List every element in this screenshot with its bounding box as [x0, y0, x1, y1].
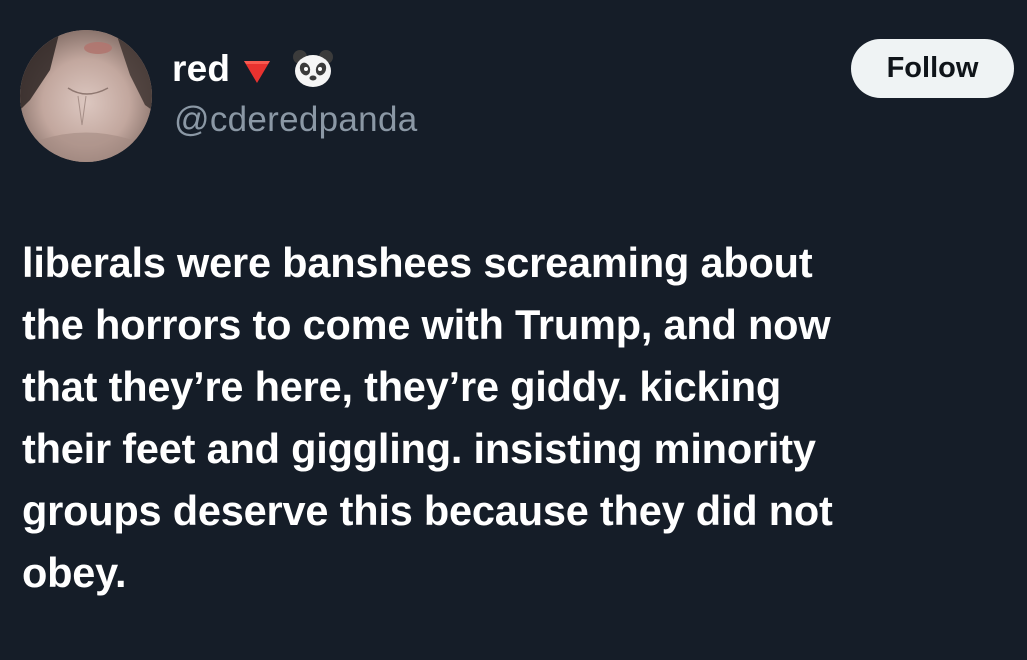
tweet-text-line: groups deserve this because they did not [22, 487, 833, 534]
tweet-text-line: obey. [22, 549, 127, 596]
panda-face-icon [293, 50, 334, 87]
tweet-text-line: that they’re here, they’re giddy. kickin… [22, 363, 782, 410]
author-handle[interactable]: @cderedpanda [174, 100, 417, 140]
red-triangle-down-icon [244, 61, 271, 83]
avatar-photo [20, 30, 152, 162]
display-name[interactable]: red [172, 48, 230, 90]
avatar[interactable] [20, 30, 152, 162]
tweet-card: red @cderedpanda Follow liberals were ba… [0, 0, 1027, 660]
display-name-row[interactable]: red [172, 44, 334, 94]
tweet-text-line: liberals were banshees screaming about [22, 239, 813, 286]
tweet-text-line: the horrors to come with Trump, and now [22, 301, 831, 348]
tweet-text: liberals were banshees screaming about t… [22, 232, 1012, 604]
tweet-text-line: their feet and giggling. insisting minor… [22, 425, 816, 472]
follow-button[interactable]: Follow [851, 39, 1014, 98]
